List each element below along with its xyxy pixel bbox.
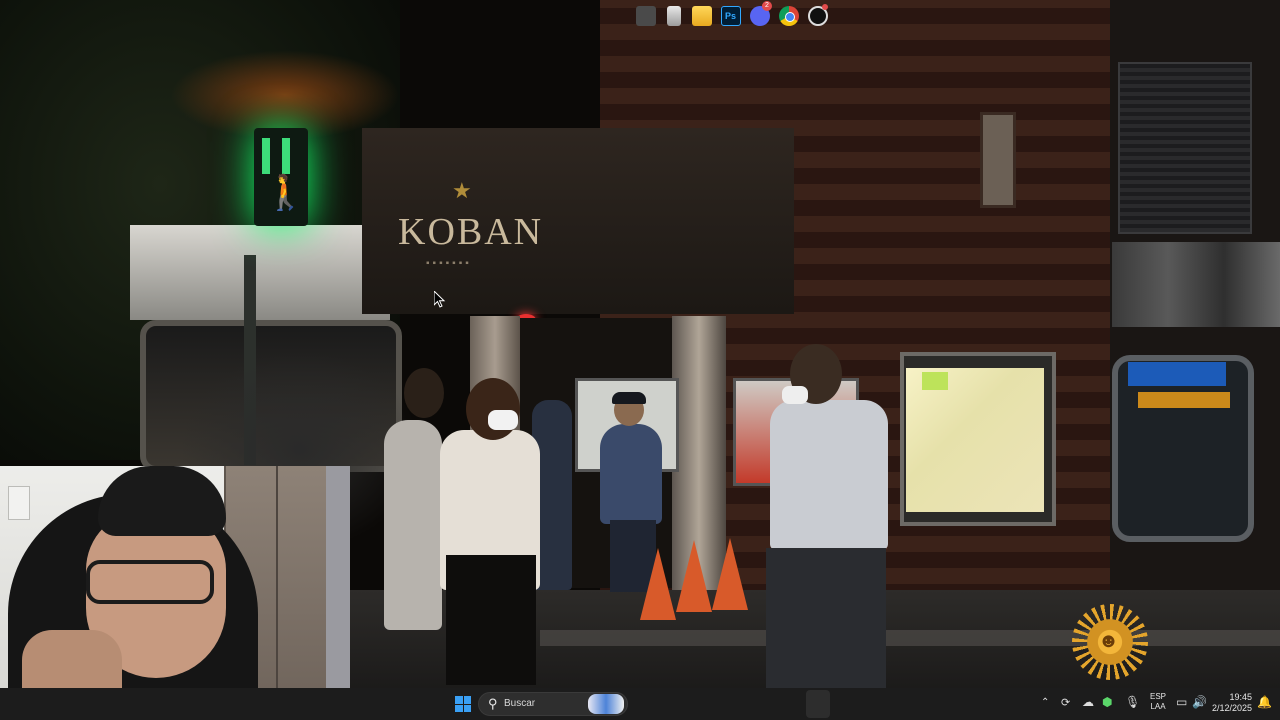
discord-badge: 2 [762,1,772,11]
notification-bell-icon[interactable]: 🔔 [1257,695,1272,709]
show-hidden-icons-chevron-icon[interactable]: ⌃ [1041,697,1049,708]
pedestrian-man-legs [766,548,886,688]
volume-icon[interactable]: 🔊 [1192,695,1207,709]
clock[interactable]: 19:45 2/12/2025 [1208,692,1252,714]
language-indicator[interactable]: ESP LAA [1146,692,1170,712]
blue-station-sign [1128,362,1226,386]
windows-start-icon[interactable] [455,696,471,712]
glasses [86,560,214,604]
metal-frame [326,466,350,720]
pedestrian-woman-skirt [446,555,536,685]
sun-logo-face: ☻ [1098,630,1120,652]
traffic-cone [676,540,712,612]
microphone-icon[interactable]: 🎙 [1125,695,1140,709]
walk-signal-icon: 🚶 [264,174,307,212]
sync-icon[interactable]: ⟳ [1061,696,1070,709]
discord-icon[interactable]: 2 [750,1,772,26]
koban-sign-subtitle: ▪▪▪▪▪▪▪ [426,258,472,269]
obs-record-dot [822,4,828,10]
security-shield-icon[interactable]: ⬢ [1102,695,1112,709]
wall-switch [8,486,30,520]
clock-date: 2/12/2025 [1211,703,1252,713]
photoshop-label: Ps [725,11,737,21]
yellow-station-sign [1138,392,1230,408]
pedestrian-left-head [404,368,444,418]
police-star-icon: ★ [452,178,472,203]
pedestrian-woman-head [466,378,520,440]
left-shop-awning [130,225,390,320]
webcam-overlay [0,466,350,720]
mouse-cursor-icon [434,291,446,308]
cabinet-seam [276,466,278,720]
notes-icon[interactable] [667,6,681,26]
curb-stripe [540,630,1280,646]
active-app-highlight [806,690,830,718]
traffic-cone [640,548,676,620]
building-window [980,112,1016,208]
chrome-icon[interactable] [779,6,799,26]
search-icon: ⚲ [488,696,498,711]
network-icon[interactable]: ▭ [1176,695,1187,709]
pedestrian-man [770,400,888,550]
keyboard-layout: LAA [1150,702,1166,711]
face-mask [782,386,808,404]
photoshop-icon[interactable]: Ps [721,6,741,26]
face-mask [488,410,518,430]
pedestrian-signal-bars [262,138,300,174]
language-code: ESP [1149,692,1166,701]
search-highlight-art [588,694,624,714]
koban-sign-text: KOBAN [398,211,544,253]
police-cap [612,392,646,404]
map-legend-patch [922,372,948,390]
building-vent [1118,62,1252,234]
search-placeholder[interactable]: Buscar [504,698,535,709]
tv-app-icon[interactable] [636,6,656,26]
chrome-center [785,12,795,22]
street-light-glow [170,50,400,140]
police-officer [600,424,662,524]
pedestrian-left [384,420,442,630]
obs-icon[interactable] [808,4,828,26]
traffic-cone [712,538,748,610]
onedrive-cloud-icon[interactable]: ☁ [1082,695,1094,709]
clock-time: 19:45 [1229,692,1252,702]
photo-display-strip [1112,242,1280,327]
file-explorer-icon[interactable] [692,6,712,26]
